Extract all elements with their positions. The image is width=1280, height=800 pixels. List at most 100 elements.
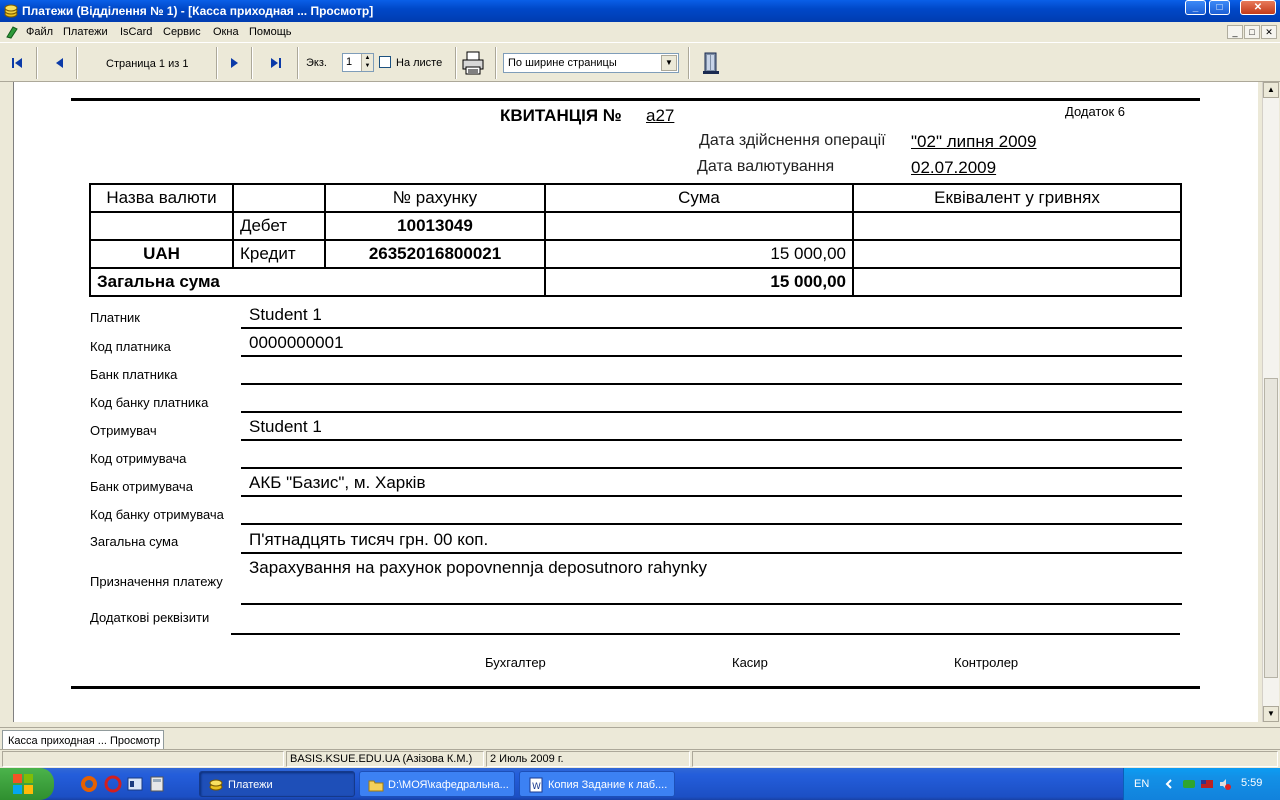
status-bar: BASIS.KSUE.EDU.UA (Азізова К.М.) 2 Июль … bbox=[0, 749, 1280, 767]
calculator-icon[interactable] bbox=[148, 775, 166, 793]
prev-page-icon[interactable] bbox=[46, 49, 74, 77]
header-account: № рахунку bbox=[324, 183, 546, 213]
taskbar: Платежи D:\МОЯ\кафедральна... W Копия За… bbox=[0, 768, 1280, 800]
mdi-minimize-button[interactable]: _ bbox=[1227, 25, 1243, 39]
menu-iscard[interactable]: IsCard bbox=[120, 26, 152, 38]
total-label: Загальна сума bbox=[89, 267, 546, 297]
ovi-icon[interactable] bbox=[1182, 777, 1196, 791]
task-payments[interactable]: Платежи bbox=[199, 771, 355, 797]
mdi-close-button[interactable]: ✕ bbox=[1261, 25, 1277, 39]
copies-spinner[interactable]: 1 ▲ ▼ bbox=[342, 53, 374, 72]
language-indicator[interactable]: EN bbox=[1134, 778, 1149, 790]
on-sheet-checkbox[interactable] bbox=[379, 56, 391, 68]
field-underline bbox=[241, 383, 1182, 385]
field-label: Загальна сума bbox=[90, 534, 179, 549]
table-cell bbox=[852, 239, 1182, 269]
signature-accountant: Бухгалтер bbox=[485, 655, 546, 670]
field-label: Код банку платника bbox=[90, 395, 209, 410]
firefox-icon[interactable] bbox=[80, 775, 98, 793]
field-label: Банк отримувача bbox=[90, 479, 193, 494]
window-title: Платежи (Відділення № 1) - [Касса приход… bbox=[22, 4, 374, 18]
top-rule bbox=[71, 98, 1200, 101]
task-folder[interactable]: D:\МОЯ\кафедральна... bbox=[359, 771, 515, 797]
maximize-button[interactable]: □ bbox=[1209, 0, 1230, 15]
field-underline bbox=[241, 523, 1182, 525]
vertical-scrollbar[interactable]: ▲ ▼ bbox=[1262, 82, 1279, 722]
start-button[interactable] bbox=[0, 768, 54, 800]
field-value: Student 1 bbox=[249, 305, 322, 324]
credit-label: Кредит bbox=[232, 239, 326, 269]
scroll-up-icon[interactable]: ▲ bbox=[1263, 82, 1279, 98]
chevron-left-icon[interactable] bbox=[1162, 777, 1176, 791]
scroll-down-icon[interactable]: ▼ bbox=[1263, 706, 1279, 722]
opera-icon[interactable] bbox=[104, 775, 122, 793]
table-cell bbox=[852, 211, 1182, 241]
field-underline bbox=[241, 603, 1182, 605]
table-cell bbox=[544, 211, 854, 241]
menu-file[interactable]: Файл bbox=[26, 26, 53, 38]
close-button[interactable]: ✕ bbox=[1240, 0, 1276, 15]
header-side bbox=[232, 183, 326, 213]
field-value: П'ятнадцять тисяч грн. 00 коп. bbox=[249, 530, 489, 549]
table-cell bbox=[89, 211, 234, 241]
status-server: BASIS.KSUE.EDU.UA (Азізова К.М.) bbox=[286, 751, 484, 767]
task-label: Копия Задание к лаб.... bbox=[548, 779, 668, 791]
debit-account: 10013049 bbox=[324, 211, 546, 241]
menu-windows[interactable]: Окна bbox=[213, 26, 239, 38]
toolbar-separator bbox=[297, 47, 299, 79]
next-page-icon[interactable] bbox=[220, 49, 248, 77]
task-word-document[interactable]: W Копия Задание к лаб.... bbox=[519, 771, 675, 797]
status-cell-empty bbox=[692, 751, 1278, 767]
printer-icon[interactable] bbox=[459, 49, 487, 77]
scroll-thumb[interactable] bbox=[1264, 378, 1278, 678]
menu-service[interactable]: Сервис bbox=[163, 26, 201, 38]
field-underline bbox=[241, 355, 1182, 357]
document-menu-icon[interactable] bbox=[5, 25, 19, 39]
last-page-icon[interactable] bbox=[262, 49, 290, 77]
field-label: Код платника bbox=[90, 339, 171, 354]
table-cell bbox=[852, 267, 1182, 297]
receipt-number: а27 bbox=[646, 106, 675, 125]
status-cell-empty bbox=[2, 751, 284, 767]
zoom-select[interactable]: По ширине страницы ▼ bbox=[503, 53, 679, 73]
chevron-down-icon[interactable]: ▼ bbox=[661, 55, 677, 71]
field-value: Student 1 bbox=[249, 417, 322, 436]
signature-controller: Контролер bbox=[954, 655, 1019, 670]
field-underline bbox=[241, 495, 1182, 497]
on-sheet-label: На листе bbox=[396, 57, 443, 69]
signature-cashier: Касир bbox=[732, 655, 768, 670]
flag-icon[interactable] bbox=[1200, 777, 1214, 791]
windows-logo-icon bbox=[13, 774, 33, 794]
app-coins-icon bbox=[4, 4, 18, 18]
minimize-button[interactable]: _ bbox=[1185, 0, 1206, 15]
menu-payments[interactable]: Платежи bbox=[63, 26, 108, 38]
menu-help[interactable]: Помощь bbox=[249, 26, 292, 38]
tab-receipt-preview[interactable]: Касса приходная ... Просмотр bbox=[2, 730, 164, 750]
task-label: Платежи bbox=[228, 779, 273, 791]
field-label: Отримувач bbox=[90, 423, 157, 438]
mdi-restore-button[interactable]: □ bbox=[1244, 25, 1260, 39]
spinner-arrows-icon[interactable]: ▲ ▼ bbox=[361, 54, 373, 71]
receipt-title: КВИТАНЦІЯ № bbox=[500, 106, 622, 125]
operation-date-value: "02" липня 2009 bbox=[911, 132, 1037, 151]
media-icon[interactable] bbox=[126, 775, 144, 793]
volume-muted-icon[interactable] bbox=[1218, 777, 1232, 791]
field-underline bbox=[241, 411, 1182, 413]
table-row: Дебет 10013049 bbox=[89, 211, 1182, 241]
field-label: Банк платника bbox=[90, 367, 178, 382]
toolbar-separator bbox=[251, 47, 253, 79]
toolbar-separator bbox=[455, 47, 457, 79]
field-underline bbox=[241, 552, 1182, 554]
credit-sum: 15 000,00 bbox=[544, 239, 854, 269]
first-page-icon[interactable] bbox=[3, 49, 31, 77]
word-document-icon: W bbox=[529, 777, 543, 793]
clock[interactable]: 5:59 bbox=[1241, 777, 1262, 789]
field-label: Додаткові реквізити bbox=[90, 610, 210, 625]
header-currency: Назва валюти bbox=[89, 183, 234, 213]
exit-door-icon[interactable] bbox=[697, 49, 725, 77]
copies-label: Экз. bbox=[306, 57, 327, 69]
field-value: 0000000001 bbox=[249, 333, 344, 352]
header-sum: Сума bbox=[544, 183, 854, 213]
window-title-bar[interactable]: Платежи (Відділення № 1) - [Касса приход… bbox=[0, 0, 1280, 22]
status-date: 2 Июль 2009 г. bbox=[486, 751, 690, 767]
